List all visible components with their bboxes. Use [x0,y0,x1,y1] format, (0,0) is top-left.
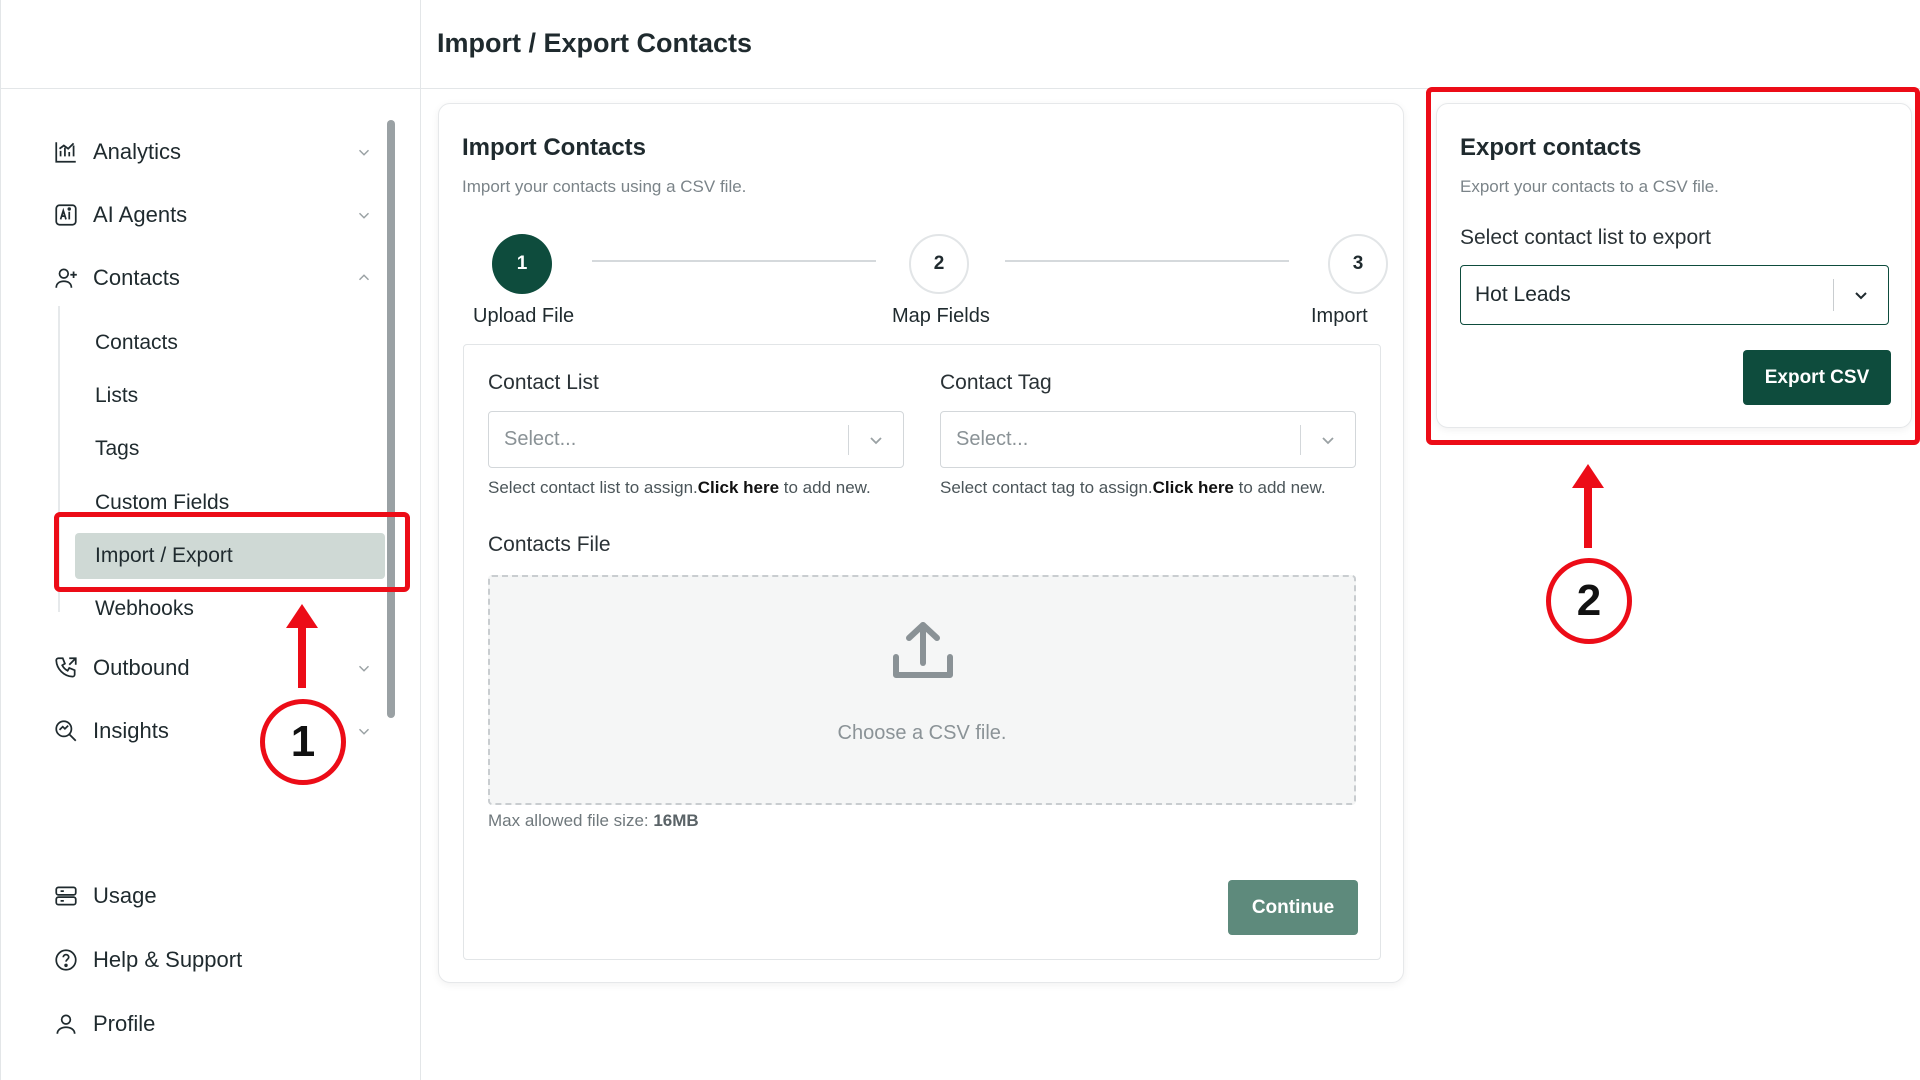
sidebar-item-import-export[interactable]: Import / Export [75,533,385,579]
submenu-guide-line [58,306,60,612]
contacts-icon [53,265,79,291]
contacts-file-label: Contacts File [488,533,611,556]
analytics-icon [53,139,79,165]
help-icon [53,947,79,973]
contact-list-helper-text: Select contact list to assign. [488,478,698,497]
nav-contacts[interactable]: Contacts [53,258,373,298]
nav-profile[interactable]: Profile [53,1004,155,1044]
contact-tag-helper: Select contact tag to assign.Click here … [940,478,1326,498]
sidebar-item-webhooks[interactable]: Webhooks [75,586,385,632]
contact-list-helper: Select contact list to assign.Click here… [488,478,871,498]
import-contacts-card: Import Contacts Import your contacts usi… [438,103,1404,983]
dropzone-text: Choose a CSV file. [837,722,1007,744]
export-card-title: Export contacts [1460,134,1642,161]
chevron-down-icon [355,659,373,677]
phone-outbound-icon [53,655,79,681]
chevron-down-icon [355,143,373,161]
nav-usage-label: Usage [93,883,157,908]
export-contacts-card: Export contacts Export your contacts to … [1436,103,1912,428]
sidebar-item-contacts[interactable]: Contacts [75,320,385,366]
chevron-down-icon [849,430,903,450]
ai-agents-icon [53,202,79,228]
step-2-circle: 2 [909,234,969,294]
annotation-number-2: 2 [1546,558,1632,644]
max-file-size: Max allowed file size: 16MB [488,811,699,831]
usage-icon [53,883,79,909]
sidebar-item-tags[interactable]: Tags [75,426,385,472]
chevron-down-icon [355,722,373,740]
chevron-down-icon [355,206,373,224]
nav-ai-agents-label: AI Agents [93,202,188,227]
profile-icon [53,1011,79,1037]
arrow-up-icon [286,604,318,688]
chevron-up-icon [355,269,373,287]
contact-list-placeholder: Select... [504,428,577,450]
contact-tag-helper-suffix: to add new. [1233,478,1326,497]
sidebar-scrollbar[interactable] [387,120,395,718]
chevron-down-icon [1834,285,1888,305]
export-list-value: Hot Leads [1475,283,1571,306]
contact-list-helper-suffix: to add new. [779,478,871,497]
sidebar-item-lists[interactable]: Lists [75,373,385,419]
contact-list-label: Contact List [488,371,599,394]
nav-help-support[interactable]: Help & Support [53,940,242,980]
contact-tag-label: Contact Tag [940,371,1052,394]
export-select-label: Select contact list to export [1460,226,1711,249]
import-form: Contact List Select... Select contact li… [463,344,1381,960]
upload-icon [893,622,953,678]
contact-tag-helper-text: Select contact tag to assign. [940,478,1153,497]
annotation-number-1: 1 [260,699,346,785]
contact-tag-select[interactable]: Select... [940,411,1356,468]
step-connector [592,260,876,262]
import-card-title: Import Contacts [462,134,647,161]
contact-tag-placeholder: Select... [956,428,1029,450]
export-card-subtitle: Export your contacts to a CSV file. [1460,177,1719,196]
step-3-label: Import [1311,305,1368,327]
contact-list-select[interactable]: Select... [488,411,904,468]
step-1-label: Upload File [473,305,575,327]
nav-contacts-label: Contacts [93,265,180,290]
sidebar: Analytics AI Agents Contacts Contacts Li… [0,0,421,1080]
export-list-select[interactable]: Hot Leads [1460,265,1889,325]
page-title: Import / Export Contacts [437,28,753,58]
insights-icon [53,718,79,744]
step-3-circle: 3 [1328,234,1388,294]
step-connector [1005,260,1289,262]
max-file-size-value: 16MB [653,811,699,830]
page-header: Import / Export Contacts [421,0,1920,89]
sidebar-logo-area [1,0,420,89]
nav-profile-label: Profile [93,1011,156,1036]
max-file-size-label: Max allowed file size: [488,811,654,830]
nav-ai-agents[interactable]: AI Agents [53,195,373,235]
step-2-label: Map Fields [892,305,990,327]
nav-help-support-label: Help & Support [93,947,243,972]
arrow-up-icon [1572,464,1604,548]
nav-analytics[interactable]: Analytics [53,132,373,172]
nav-outbound[interactable]: Outbound [53,648,373,688]
import-card-subtitle: Import your contacts using a CSV file. [462,177,747,196]
step-1-circle: 1 [492,234,552,294]
nav-usage[interactable]: Usage [53,876,157,916]
nav-analytics-label: Analytics [93,139,182,164]
contact-list-add-link[interactable]: Click here [698,478,779,497]
export-csv-button[interactable]: Export CSV [1743,350,1891,405]
chevron-down-icon [1301,430,1355,450]
continue-button[interactable]: Continue [1228,880,1358,935]
csv-dropzone[interactable]: Choose a CSV file. [488,575,1356,805]
contact-tag-add-link[interactable]: Click here [1153,478,1234,497]
sidebar-item-custom-fields[interactable]: Custom Fields [75,480,385,526]
